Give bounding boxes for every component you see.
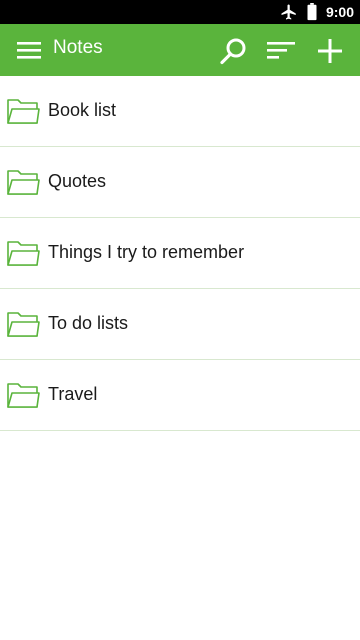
status-bar-indicators: 9:00 bbox=[280, 0, 354, 24]
list-item[interactable]: Quotes bbox=[0, 147, 360, 218]
folder-label: Quotes bbox=[48, 171, 107, 191]
folder-icon bbox=[7, 99, 40, 124]
battery-icon bbox=[307, 3, 317, 21]
folder-icon bbox=[7, 241, 40, 266]
add-button[interactable] bbox=[315, 36, 345, 66]
folder-list: Book list Quotes Things I try to remembe… bbox=[0, 76, 360, 431]
folder-label: To do lists bbox=[48, 313, 129, 333]
folder-icon bbox=[7, 312, 40, 337]
folder-icon bbox=[7, 170, 40, 195]
add-icon bbox=[318, 39, 342, 63]
airplane-mode-icon bbox=[281, 4, 296, 20]
folder-label: Travel bbox=[48, 384, 98, 404]
sort-icon bbox=[267, 42, 295, 59]
list-item[interactable]: Things I try to remember bbox=[0, 218, 360, 289]
list-item[interactable]: To do lists bbox=[0, 289, 360, 360]
list-item[interactable]: Book list bbox=[0, 76, 360, 147]
search-button[interactable] bbox=[219, 36, 249, 66]
status-bar: 9:00 bbox=[0, 0, 360, 24]
folder-icon bbox=[7, 383, 40, 408]
menu-icon bbox=[17, 42, 41, 59]
app-bar: Notes bbox=[0, 24, 360, 76]
page-title: Notes bbox=[53, 37, 103, 58]
status-time: 9:00 bbox=[325, 4, 354, 20]
folder-label: Book list bbox=[48, 100, 117, 120]
search-icon bbox=[220, 38, 246, 65]
list-item[interactable]: Travel bbox=[0, 360, 360, 431]
menu-button[interactable] bbox=[16, 38, 42, 62]
sort-button[interactable] bbox=[266, 36, 296, 66]
folder-label: Things I try to remember bbox=[48, 242, 245, 262]
